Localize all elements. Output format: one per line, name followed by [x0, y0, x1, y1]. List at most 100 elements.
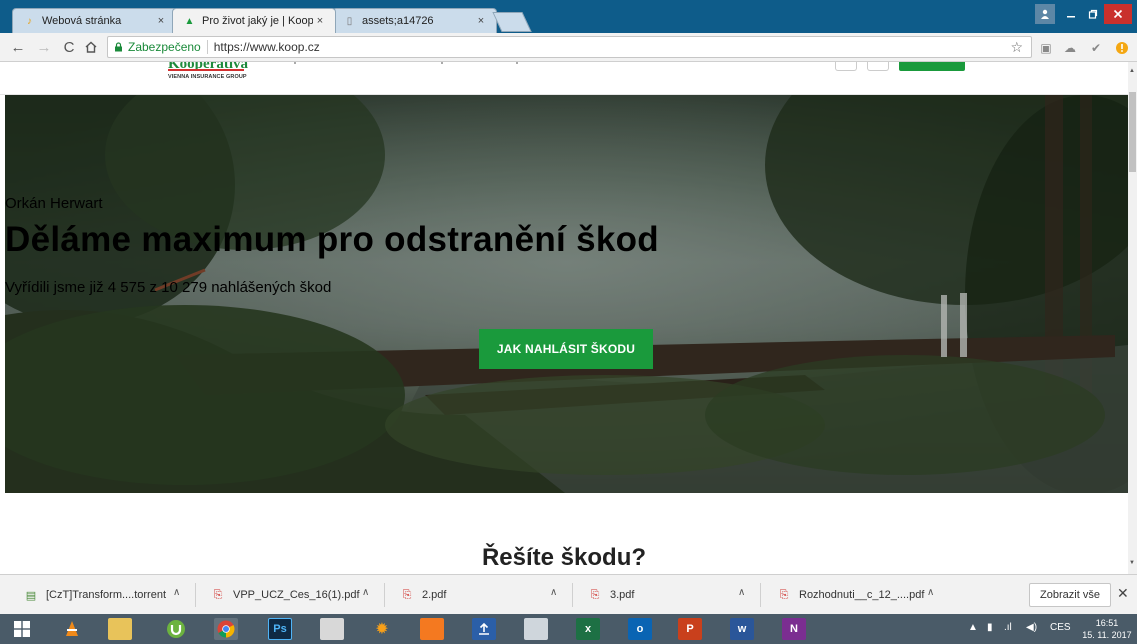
tab-assets[interactable]: ▯ assets;a14726 × — [332, 8, 497, 33]
excel-icon[interactable]: x — [576, 618, 600, 640]
header-search-button[interactable] — [835, 62, 857, 71]
tab-close-icon[interactable]: × — [154, 15, 168, 27]
scroll-up-icon[interactable]: ▲ — [1129, 68, 1135, 74]
outlook-icon[interactable]: o — [628, 618, 652, 640]
clock-time: 16:51 — [1095, 618, 1119, 628]
download-item[interactable]: ⎘ Rozhodnuti__c_12_....pdf — [777, 582, 925, 608]
language-indicator[interactable]: CES — [1050, 622, 1071, 633]
system-clock[interactable]: 16:51 15. 11. 2017 — [1080, 617, 1134, 641]
chrome-icon[interactable] — [214, 618, 238, 640]
browser-toolbar: ← → C Zabezpečeno https://www.koop.cz ☆ … — [0, 33, 1137, 62]
page-scrollbar[interactable]: ▲ ▼ — [1128, 62, 1137, 574]
download-filename: VPP_UCZ_Ces_16(1).pdf — [233, 589, 360, 601]
scroll-down-icon[interactable]: ▼ — [1129, 560, 1135, 566]
word-icon[interactable]: w — [730, 618, 754, 640]
new-tab-button[interactable] — [492, 12, 532, 32]
header-cta-button[interactable] — [899, 62, 965, 71]
download-filename: 3.pdf — [610, 589, 635, 601]
network-signal-icon[interactable]: .ıl — [1004, 622, 1012, 633]
screenshot-extension-icon[interactable]: ▣ — [1038, 40, 1054, 56]
tab-kooperativa[interactable]: ▲ Pro život jaký je | Kooper × — [172, 8, 336, 33]
chevron-up-icon[interactable]: ∧ — [550, 587, 557, 598]
header-menu-button[interactable] — [867, 62, 889, 71]
omnibox-separator — [206, 40, 208, 54]
tab-title: Pro život jaký je | Kooper — [202, 15, 313, 27]
battery-icon[interactable]: ▮ — [987, 622, 993, 633]
downloads-bar: ▤ [CzT]Transform....torrent ∧ ⎘ VPP_UCZ_… — [0, 574, 1137, 614]
download-item[interactable]: ⎘ 3.pdf — [588, 582, 635, 608]
site-header: Kooperativa VIENNA INSURANCE GROUP — [0, 62, 1128, 95]
avast-cleanup-icon[interactable] — [420, 618, 444, 640]
chevron-up-icon[interactable]: ∧ — [362, 587, 369, 598]
nav-item-fragment[interactable] — [441, 62, 443, 64]
upload-icon[interactable] — [472, 618, 496, 640]
page-viewport: Kooperativa VIENNA INSURANCE GROUP Orkán… — [0, 62, 1137, 574]
secure-label: Zabezpečeno — [128, 40, 201, 54]
windows-start-icon[interactable] — [10, 618, 34, 640]
cloud-extension-icon[interactable]: ☁ — [1062, 40, 1078, 56]
tab-webova-stranka[interactable]: ♪ Webová stránka × — [12, 8, 177, 33]
download-filename: [CzT]Transform....torrent — [46, 589, 167, 601]
show-all-downloads-button[interactable]: Zobrazit vše — [1029, 583, 1111, 607]
photoshop-icon[interactable]: Ps — [268, 618, 292, 640]
tab-close-icon[interactable]: × — [474, 15, 488, 27]
user-profile-icon[interactable] — [1035, 4, 1055, 24]
reload-icon[interactable]: C — [60, 38, 78, 56]
section-title: Řešíte škodu? — [481, 544, 647, 571]
clock-date: 15. 11. 2017 — [1082, 630, 1132, 640]
download-item[interactable]: ⎘ 2.pdf — [400, 582, 447, 608]
nav-item-fragment[interactable] — [516, 62, 518, 64]
back-arrow-icon[interactable]: ← — [9, 38, 27, 56]
download-filename: 2.pdf — [422, 589, 447, 601]
download-item[interactable]: ⎘ VPP_UCZ_Ces_16(1).pdf — [211, 582, 360, 608]
hero-kicker: Orkán Herwart — [5, 195, 103, 212]
notification-extension-icon[interactable] — [1114, 40, 1130, 56]
app-icon[interactable] — [320, 618, 344, 640]
hero-subtitle: Vyřídili jsme již 4 575 z 10 279 nahláše… — [5, 279, 332, 296]
browser-titlebar: ♪ Webová stránka × ▲ Pro život jaký je |… — [0, 0, 1137, 33]
download-filename: Rozhodnuti__c_12_....pdf — [799, 589, 925, 601]
hero-banner: Orkán Herwart Děláme maximum pro odstran… — [5, 95, 1128, 493]
onenote-icon[interactable]: N — [782, 618, 806, 640]
page-icon: ▯ — [346, 15, 353, 27]
url-text[interactable]: https://www.koop.cz — [214, 40, 320, 54]
logo-subtitle: VIENNA INSURANCE GROUP — [168, 74, 247, 80]
download-separator — [384, 583, 385, 607]
vlc-icon[interactable] — [60, 618, 84, 640]
forward-arrow-icon[interactable]: → — [35, 38, 53, 56]
download-separator — [760, 583, 761, 607]
avast-icon[interactable]: ✹ — [370, 618, 394, 640]
file-explorer-icon[interactable] — [108, 618, 132, 640]
pdf-file-icon: ⎘ — [779, 588, 789, 601]
pdf-file-icon: ⎘ — [213, 588, 223, 601]
pdf-file-icon: ⎘ — [402, 588, 412, 601]
kooperativa-logo[interactable]: Kooperativa VIENNA INSURANCE GROUP — [168, 62, 248, 92]
chevron-up-icon[interactable]: ∧ — [738, 587, 745, 598]
tray-overflow-chevron-icon[interactable]: ▲ — [968, 622, 978, 633]
close-window-icon[interactable] — [1104, 4, 1132, 24]
calculator-icon[interactable] — [524, 618, 548, 640]
minimize-icon[interactable] — [1060, 4, 1082, 24]
kooperativa-favicon: ▲ — [184, 15, 195, 27]
chevron-up-icon[interactable]: ∧ — [173, 587, 180, 598]
download-item[interactable]: ▤ [CzT]Transform....torrent — [24, 582, 166, 608]
volume-icon[interactable]: ◀) — [1026, 622, 1037, 633]
address-bar[interactable]: Zabezpečeno https://www.koop.cz ☆ — [107, 36, 1032, 58]
torrent-file-icon: ▤ — [25, 589, 37, 602]
bookmark-star-icon[interactable]: ☆ — [1010, 39, 1023, 56]
report-damage-button[interactable]: JAK NAHLÁSIT ŠKODU — [479, 329, 653, 369]
nav-item-fragment[interactable] — [294, 62, 296, 64]
tab-close-icon[interactable]: × — [313, 15, 327, 27]
powerpoint-icon[interactable]: P — [678, 618, 702, 640]
windows-taskbar: Ps ✹ x o P w N ▲ ▮ .ıl ◀) CES 16:51 15. … — [0, 614, 1137, 644]
tab-title: assets;a14726 — [362, 15, 434, 27]
chevron-up-icon[interactable]: ∧ — [927, 587, 934, 598]
scroll-thumb[interactable] — [1129, 92, 1136, 172]
download-separator — [195, 583, 196, 607]
close-downloads-icon[interactable]: ✕ — [1117, 585, 1129, 602]
restore-icon[interactable] — [1082, 4, 1104, 24]
check-extension-icon[interactable]: ✔ — [1088, 40, 1104, 56]
utorrent-icon[interactable] — [164, 618, 188, 640]
home-icon[interactable] — [82, 38, 100, 56]
logo-underline — [168, 69, 244, 71]
